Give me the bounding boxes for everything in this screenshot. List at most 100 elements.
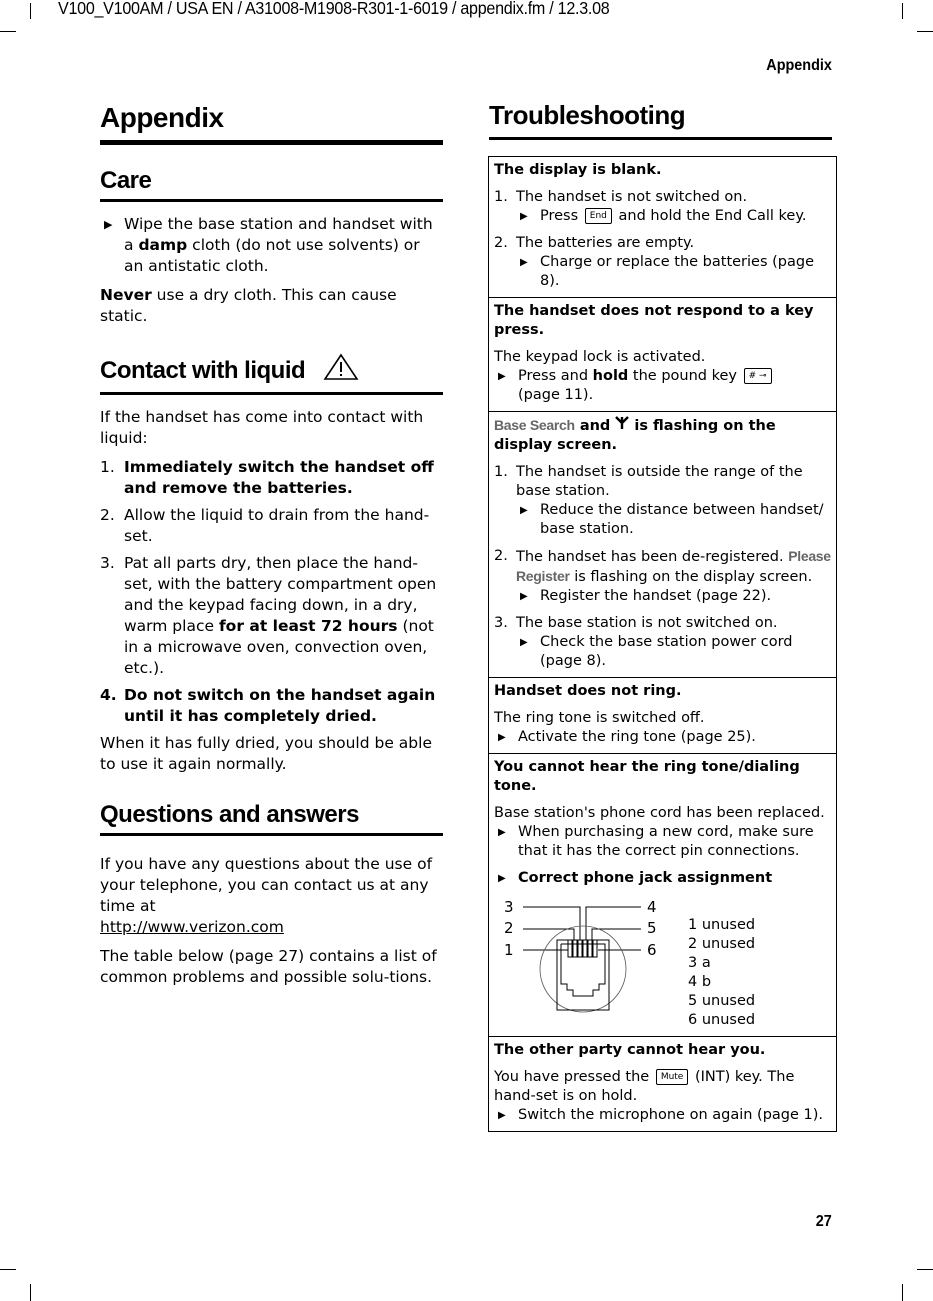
text: Reduce the distance between handset/ bas… bbox=[540, 502, 824, 537]
problem-title: The display is blank. bbox=[494, 162, 662, 178]
cause-item: 2. The batteries are empty. ▶ Charge or re… bbox=[494, 234, 831, 291]
bullet-arrow-icon: ▶ bbox=[520, 637, 528, 648]
liquid-outro: When it has fully dried, you should be a… bbox=[100, 734, 432, 773]
bullet-arrow-icon: ▶ bbox=[520, 257, 528, 268]
troubleshooting-table: The display is blank. 1. The handset is n… bbox=[488, 156, 837, 1132]
cause-text: The keypad lock is activated. bbox=[494, 349, 706, 365]
qa-intro: If you have any questions about the use … bbox=[100, 854, 443, 938]
text: The handset has been de-registered. bbox=[516, 549, 789, 565]
solution-bullet: ▶ Activate the ring tone (page 25). bbox=[494, 728, 831, 747]
verizon-link[interactable]: http://www.verizon.com bbox=[100, 918, 284, 936]
crop-mark bbox=[30, 1284, 31, 1301]
antenna-icon bbox=[615, 416, 630, 434]
text-bold: Immediately switch the handset off and r… bbox=[124, 458, 434, 497]
text: The handset is not switched on. bbox=[516, 189, 748, 205]
problem-title: Base Search and is flashing on the displ… bbox=[494, 416, 831, 455]
liquid-intro: If the handset has come into contact wit… bbox=[100, 408, 424, 447]
table-row: Handset does not ring. The ring tone is … bbox=[488, 677, 837, 754]
text: is flashing on the display screen. bbox=[569, 569, 813, 585]
cause-item: 1. The handset is outside the range of th… bbox=[494, 463, 831, 539]
text: Switch the microphone on again (page 1). bbox=[518, 1107, 824, 1123]
crop-mark bbox=[902, 1284, 903, 1301]
care-heading: Care bbox=[100, 167, 443, 202]
bullet-arrow-icon: ▶ bbox=[520, 505, 528, 516]
liquid-step-2: 2. Allow the liquid to drain from the han… bbox=[100, 505, 443, 547]
mute-key-icon: Mute bbox=[655, 1069, 689, 1085]
pound-key-icon: # ⊸ bbox=[743, 368, 772, 384]
step-number: 2. bbox=[100, 506, 115, 524]
solution-bullet: ▶ Press and hold the pound key # ⊸ (page 1… bbox=[494, 367, 831, 405]
liquid-step-1: 1. Immediately switch the handset off and… bbox=[100, 457, 443, 499]
right-column: Troubleshooting The display is blank. 1.… bbox=[488, 96, 837, 1132]
bullet-arrow-icon: ▶ bbox=[498, 371, 506, 382]
crop-mark bbox=[917, 1269, 933, 1270]
cause-number: 1. bbox=[494, 189, 508, 205]
pin-label: 6 bbox=[647, 941, 657, 959]
crop-mark bbox=[902, 3, 903, 19]
pin-label: 2 bbox=[504, 919, 514, 937]
problem-title: You cannot hear the ring tone/dialing to… bbox=[494, 759, 800, 794]
solution-bullet: ▶ Charge or replace the batteries (page 8… bbox=[516, 253, 831, 291]
cause-item: 2. The handset has been de-registered. Pl… bbox=[494, 547, 831, 606]
text: Press bbox=[540, 208, 579, 224]
text: Register the handset (page 22). bbox=[540, 588, 772, 604]
crop-mark bbox=[0, 1269, 16, 1270]
table-row: The display is blank. 1. The handset is n… bbox=[488, 156, 837, 298]
rj11-jack-illustration: 3 2 1 4 5 6 bbox=[504, 898, 657, 1013]
pin-assignment-list: 1 unused 2 unused 3 a 4 b 5 unused 6 unu… bbox=[688, 916, 755, 1030]
care-bullet: ▶ Wipe the base station and handset with… bbox=[100, 214, 443, 277]
phone-jack-diagram: 3 2 1 4 5 6 1 unused 2 unused 3 a 4 b 5 … bbox=[494, 898, 831, 1030]
text-bold: for at least 72 hours bbox=[218, 617, 398, 635]
text: The base station is not switched on. bbox=[516, 615, 778, 631]
step-number: 1. bbox=[100, 458, 115, 476]
crop-mark bbox=[30, 3, 31, 19]
solution-bullet: ▶ Press End and hold the End Call key. bbox=[516, 207, 831, 226]
left-column: Appendix Care ▶ Wipe the base station an… bbox=[100, 96, 443, 996]
text: If you have any questions about the use … bbox=[100, 855, 433, 915]
solution-bullet: ▶ Switch the microphone on again (page 1)… bbox=[494, 1106, 831, 1125]
pin-label: 5 bbox=[647, 919, 657, 937]
text: Check the base station power cord (page … bbox=[540, 634, 793, 669]
table-row: The other party cannot hear you. You hav… bbox=[488, 1036, 837, 1132]
text: The handset is outside the range of the … bbox=[516, 464, 803, 499]
liquid-step-4: 4. Do not switch on the handset again unt… bbox=[100, 685, 443, 727]
bullet-arrow-icon: ▶ bbox=[520, 211, 528, 222]
text-bold: damp bbox=[138, 236, 188, 254]
step-number: 3. bbox=[100, 554, 115, 572]
step-number: 4. bbox=[100, 686, 117, 704]
liquid-heading: Contact with liquid bbox=[100, 353, 443, 395]
troubleshooting-title: Troubleshooting bbox=[489, 96, 832, 140]
pin-assignment: 5 unused bbox=[688, 993, 756, 1009]
text: Allow the liquid to drain from the hand-… bbox=[124, 506, 430, 545]
text: and hold the End Call key. bbox=[618, 208, 807, 224]
crop-mark bbox=[917, 31, 933, 32]
bullet-arrow-icon: ▶ bbox=[104, 218, 113, 231]
text: Press and bbox=[518, 368, 593, 384]
liquid-step-3: 3. Pat all parts dry, then place the hand… bbox=[100, 553, 443, 679]
cause-number: 2. bbox=[494, 235, 508, 251]
end-key-icon: End bbox=[584, 208, 612, 224]
document-path-header: V100_V100AM / USA EN / A31008-M1908-R301… bbox=[58, 0, 610, 18]
text: The batteries are empty. bbox=[516, 235, 695, 251]
cause-number: 1. bbox=[494, 464, 508, 480]
problem-title: The other party cannot hear you. bbox=[494, 1042, 766, 1058]
page-number: 27 bbox=[815, 1213, 832, 1230]
cause-text: Base station's phone cord has been repla… bbox=[494, 805, 825, 821]
text-bold: hold bbox=[592, 368, 629, 384]
pin-assignment: 3 a bbox=[688, 955, 711, 971]
qa-heading-text: Questions and answers bbox=[100, 801, 359, 828]
cause-item: 3. The base station is not switched on. ▶… bbox=[494, 614, 831, 671]
problem-title: Handset does not ring. bbox=[494, 683, 682, 699]
problem-title: The handset does not respond to a key pr… bbox=[494, 303, 814, 338]
text: When purchasing a new cord, make sure th… bbox=[518, 824, 814, 859]
qa-heading: Questions and answers bbox=[100, 801, 443, 836]
table-row: You cannot hear the ring tone/dialing to… bbox=[488, 753, 837, 1037]
pin-label: 3 bbox=[504, 898, 514, 916]
care-heading-text: Care bbox=[100, 167, 152, 194]
pin-assignment: 2 unused bbox=[688, 936, 756, 952]
qa-table-note: The table below (page 27) contains a lis… bbox=[100, 947, 437, 986]
text-bold: Never bbox=[100, 286, 152, 304]
text: Activate the ring tone (page 25). bbox=[518, 729, 756, 745]
pin-assignment: 4 b bbox=[688, 974, 712, 990]
bullet-arrow-icon: ▶ bbox=[498, 1110, 506, 1121]
